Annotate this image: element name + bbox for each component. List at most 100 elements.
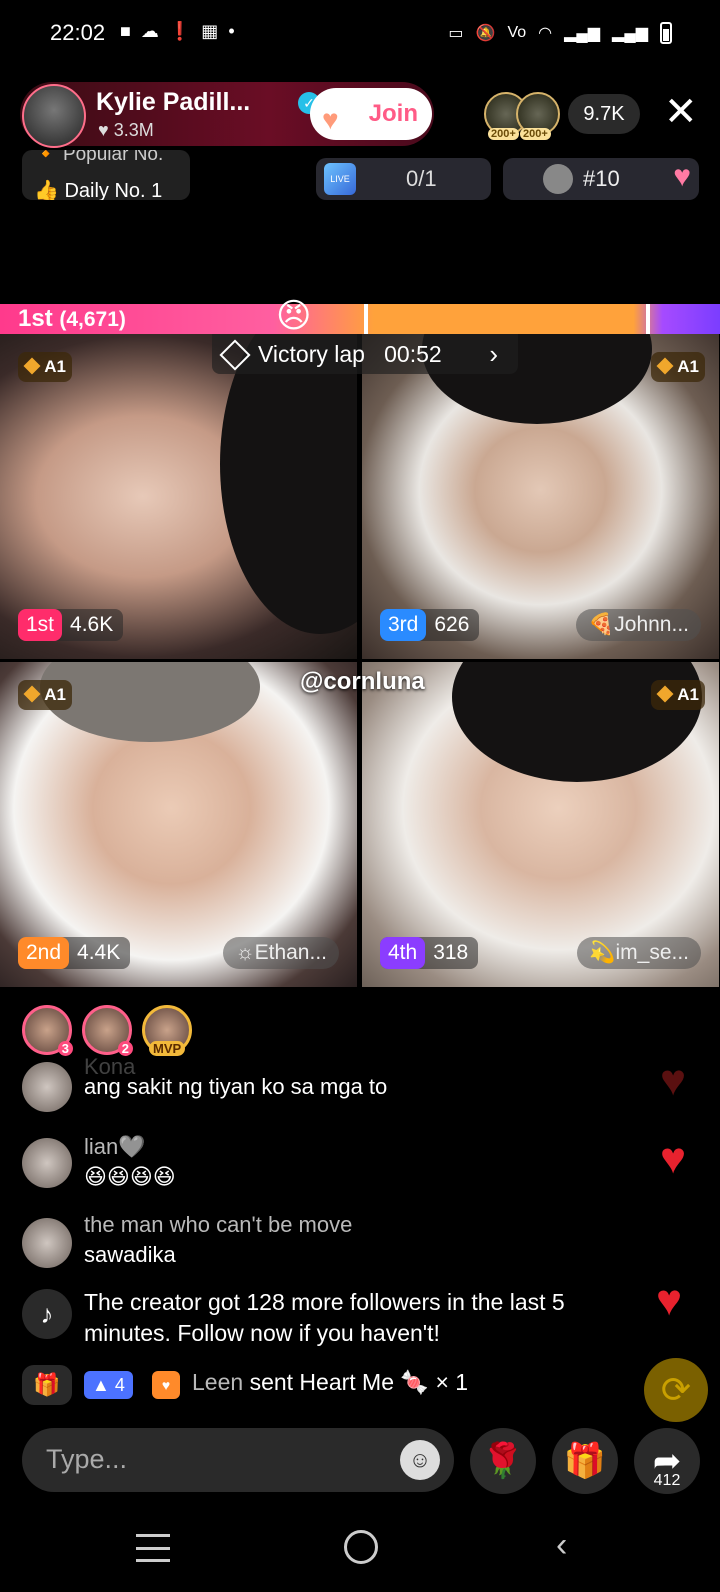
heart-plus-icon: ♥ bbox=[322, 104, 339, 135]
gift-box-icon[interactable]: 🎁 bbox=[22, 1365, 72, 1405]
home-icon[interactable] bbox=[344, 1530, 378, 1564]
gift-user[interactable]: Leen bbox=[192, 1369, 243, 1395]
video-tile-1[interactable]: A1 1st 4.6K bbox=[0, 334, 357, 659]
heart-icon: ♥ bbox=[98, 120, 109, 140]
level-badge: A1 bbox=[18, 352, 72, 382]
floating-heart-icon: ♥ bbox=[660, 1056, 687, 1105]
tile-score: 318 bbox=[433, 941, 469, 964]
system-message: The creator got 128 more followers in th… bbox=[84, 1289, 565, 1346]
repost-icon[interactable]: ⟳ bbox=[644, 1358, 708, 1422]
host-likes: ♥ 3.3M bbox=[98, 120, 154, 141]
video-tile-3[interactable]: A1 2nd 4.4K ☼Ethan... bbox=[0, 662, 357, 987]
comment-input[interactable]: Type... ☺ bbox=[22, 1428, 454, 1492]
viewer-count[interactable]: 9.7K bbox=[568, 94, 640, 134]
tile-score: 626 bbox=[434, 613, 470, 636]
battle-progress-bar: 1st (4,671) 😠 bbox=[0, 297, 720, 335]
comment-avatar[interactable] bbox=[22, 1138, 72, 1188]
battery-icon bbox=[660, 22, 672, 44]
gift-text: Leen sent Heart Me 🍬 × 1 bbox=[192, 1369, 468, 1396]
diamond-icon bbox=[219, 339, 251, 371]
comment-text: ang sakit ng tiyan ko sa mga to bbox=[84, 1074, 388, 1099]
recents-icon[interactable] bbox=[136, 1534, 170, 1562]
alert-icon: ❗ bbox=[168, 21, 192, 41]
heart-gift-icon: ♥ bbox=[673, 160, 691, 193]
top-contributor-avatar[interactable]: 3 bbox=[22, 1005, 73, 1056]
tiktok-icon: ♪ bbox=[22, 1289, 72, 1339]
leader-rank: 1st bbox=[18, 305, 53, 332]
rank-pill: 2nd bbox=[18, 937, 70, 969]
comment-user[interactable]: the man who can't be move bbox=[84, 1212, 352, 1238]
creator-handle: @cornluna bbox=[300, 668, 425, 695]
comment-avatar[interactable] bbox=[22, 1062, 72, 1112]
tiktok-live-icon: LIVE bbox=[324, 163, 356, 195]
system-nav-bar: ‹ bbox=[0, 1526, 720, 1580]
level-badge: A1 bbox=[18, 680, 72, 710]
video-tile-2[interactable]: A1 3rd 626 🍕Johnn... bbox=[362, 334, 719, 659]
tile-rank: 4th 318 bbox=[380, 937, 479, 969]
progress-marker bbox=[646, 304, 650, 334]
victory-lap-banner[interactable]: Victory lap 00:52 › bbox=[212, 334, 518, 374]
gift-button[interactable]: 🎁 bbox=[552, 1428, 618, 1494]
guest-name[interactable]: 💫im_se... bbox=[577, 937, 701, 969]
comment-avatar[interactable] bbox=[22, 1218, 72, 1268]
cloud-icon: ☁ bbox=[140, 21, 159, 41]
volte-icon: Vo bbox=[507, 24, 527, 41]
guest-name[interactable]: ☼Ethan... bbox=[223, 937, 339, 969]
tile-score: 4.4K bbox=[77, 941, 121, 964]
close-icon[interactable]: ✕ bbox=[664, 90, 698, 134]
popular-text: Popular No. bbox=[62, 150, 164, 165]
comment-text: sawadika bbox=[84, 1242, 176, 1267]
gift-icon: 🎁 bbox=[563, 1442, 607, 1480]
progress-marker bbox=[364, 304, 368, 334]
comment-placeholder: Type... bbox=[46, 1444, 128, 1474]
rank-pill: 3rd bbox=[380, 609, 427, 641]
daily-rank-badge[interactable]: 🔸 Popular No. 👍 Daily No. 1 bbox=[22, 150, 190, 200]
rose-icon: 🌹 bbox=[481, 1442, 525, 1480]
host-likes-count: 3.3M bbox=[113, 120, 154, 140]
daily-text: Daily No. 1 bbox=[64, 180, 163, 200]
host-bar[interactable]: Kylie Padill... ✓ ♥ 3.3M ♥ Join bbox=[20, 82, 434, 148]
top-contributor-avatar[interactable]: 2 bbox=[82, 1005, 133, 1056]
dot-icon: • bbox=[228, 21, 235, 41]
status-left-icons: ■ ☁ ❗ ▦ • bbox=[120, 21, 235, 42]
emoji-icon[interactable]: ☺ bbox=[400, 1440, 440, 1480]
guest-name[interactable]: 🍕Johnn... bbox=[576, 609, 701, 641]
viewer-badge: 200+ bbox=[520, 128, 551, 140]
host-avatar[interactable] bbox=[22, 84, 86, 148]
victory-timer: 00:52 bbox=[384, 341, 442, 367]
rank-pill: 4th bbox=[380, 937, 426, 969]
gift-icon: 🍬 bbox=[400, 1369, 430, 1395]
ranked-user-avatar bbox=[543, 164, 573, 194]
chevron-right-icon: › bbox=[489, 339, 498, 369]
rose-gift-button[interactable]: 🌹 bbox=[470, 1428, 536, 1494]
floating-heart-icon: ♥ bbox=[656, 1276, 683, 1325]
book-icon: ▦ bbox=[201, 21, 219, 41]
share-button[interactable]: ➦ 412 bbox=[634, 1428, 700, 1494]
level-badge: A1 bbox=[651, 680, 705, 710]
rank-badge[interactable]: #10 ♥ bbox=[503, 158, 699, 200]
top-contributor-avatar[interactable]: MVP bbox=[142, 1005, 192, 1056]
share-count: 412 bbox=[653, 1472, 681, 1489]
gift-action: sent Heart Me bbox=[249, 1369, 395, 1395]
leader-label: 1st (4,671) bbox=[18, 305, 126, 333]
top-viewers[interactable]: 200+ 200+ bbox=[484, 92, 564, 140]
level-badge: A1 bbox=[651, 352, 705, 382]
contributor-badge: MVP bbox=[149, 1041, 186, 1056]
daily-label: 👍 Daily No. 1 bbox=[34, 180, 163, 200]
status-right-icons: ▭ 🔕 Vo ◠ ▂▄▆ ▂▄▆ bbox=[448, 22, 672, 44]
rank-pill: 1st bbox=[18, 609, 63, 641]
join-button[interactable]: ♥ Join bbox=[310, 88, 432, 140]
leader-score: (4,671) bbox=[59, 308, 126, 331]
comment-user[interactable]: lian🩶 bbox=[84, 1134, 146, 1160]
signal-icon: ▂▄▆ bbox=[564, 25, 601, 42]
goal-badge[interactable]: LIVE 0/1 bbox=[316, 158, 491, 200]
angry-face-icon: 😠 bbox=[276, 297, 312, 335]
victory-label: Victory lap bbox=[258, 341, 365, 367]
cap-shape bbox=[40, 662, 260, 742]
top-viewer-avatar[interactable]: 200+ bbox=[516, 92, 560, 140]
mute-icon: 🔕 bbox=[475, 25, 496, 42]
goal-value: 0/1 bbox=[406, 166, 437, 191]
contributor-badge: 3 bbox=[57, 1041, 73, 1056]
back-icon[interactable]: ‹ bbox=[556, 1526, 567, 1565]
video-tile-4[interactable]: A1 4th 318 💫im_se... bbox=[362, 662, 719, 987]
